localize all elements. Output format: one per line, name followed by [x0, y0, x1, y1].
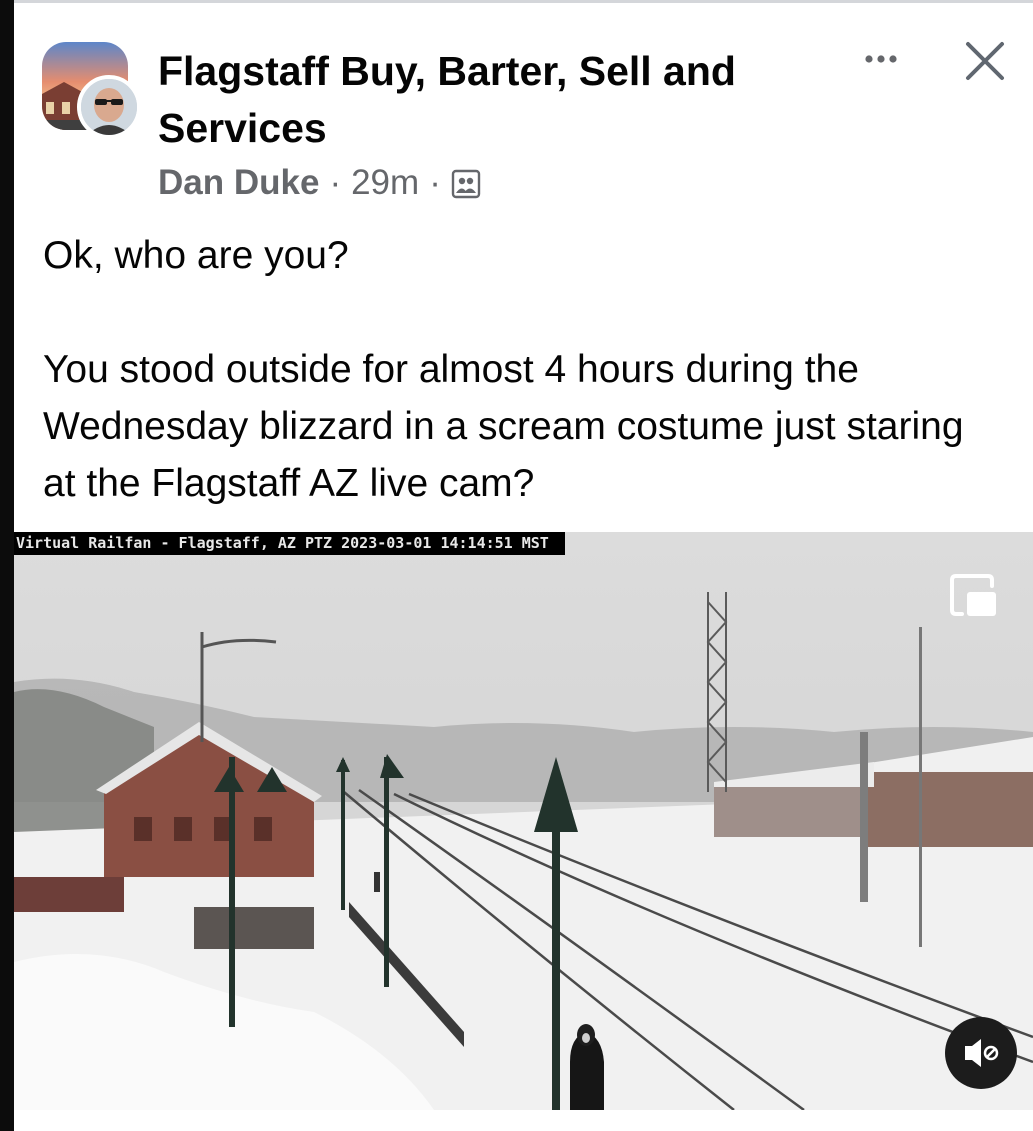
post-video[interactable]: Virtual Railfan - Flagstaff, AZ PTZ 2023… — [14, 532, 1033, 1110]
author-avatar[interactable] — [77, 75, 141, 139]
webcam-snow-scene — [14, 532, 1033, 1110]
group-name-link[interactable]: Flagstaff Buy, Barter, Sell and Services — [158, 43, 798, 157]
picture-in-picture-icon[interactable] — [948, 572, 1000, 620]
post-text-paragraph: You stood outside for almost 4 hours dur… — [43, 348, 964, 505]
meta-separator: · — [429, 163, 441, 202]
post-body: Ok, who are you? You stood outside for a… — [43, 227, 1003, 512]
post-bottom-strip — [14, 1110, 1033, 1131]
close-icon[interactable] — [963, 39, 1007, 83]
group-members-icon — [451, 168, 481, 199]
post-text-line: Ok, who are you? — [43, 234, 349, 277]
screen-left-edge — [0, 0, 14, 1131]
author-avatar-image — [81, 79, 137, 135]
post-meta: Dan Duke · 29m · — [158, 160, 481, 206]
meta-separator: · — [329, 163, 342, 202]
speaker-muted-icon[interactable] — [945, 1017, 1017, 1089]
post-timestamp[interactable]: 29m — [351, 163, 419, 203]
author-name-link[interactable]: Dan Duke — [158, 163, 319, 203]
webcam-overlay-caption: Virtual Railfan - Flagstaff, AZ PTZ 2023… — [14, 532, 565, 555]
post-card: Flagstaff Buy, Barter, Sell and Services… — [14, 3, 1033, 1131]
more-options-icon[interactable] — [859, 47, 907, 71]
